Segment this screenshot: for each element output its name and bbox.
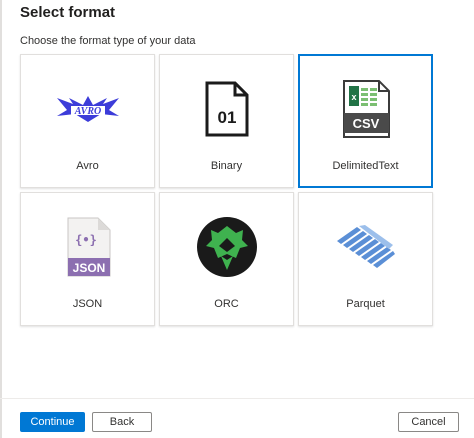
page-title: Select format <box>20 4 116 21</box>
format-tile-parquet[interactable]: Parquet <box>298 192 433 326</box>
format-tile-orc[interactable]: ORC <box>159 192 294 326</box>
format-tile-binary[interactable]: 01 Binary <box>159 54 294 188</box>
cancel-button[interactable]: Cancel <box>398 412 459 432</box>
format-label-orc: ORC <box>214 298 239 310</box>
json-file-icon: {•} JSON <box>21 215 154 279</box>
orc-logo-icon <box>160 215 293 279</box>
format-tile-delimitedtext[interactable]: x CSV DelimitedText <box>298 54 433 188</box>
svg-text:CSV: CSV <box>352 116 379 131</box>
format-tile-json[interactable]: {•} JSON JSON <box>20 192 155 326</box>
svg-text:x: x <box>351 92 356 102</box>
continue-button[interactable]: Continue <box>20 412 85 432</box>
format-label-avro: Avro <box>76 160 99 172</box>
avro-logo-icon: AVRO <box>21 77 154 141</box>
format-grid: AVRO Avro 01 Binary x CSV DelimitedText … <box>20 54 434 330</box>
format-tile-avro[interactable]: AVRO Avro <box>20 54 155 188</box>
csv-file-icon: x CSV <box>299 77 432 141</box>
binary-file-icon: 01 <box>160 77 293 141</box>
footer-divider <box>0 398 474 399</box>
format-label-delimitedtext: DelimitedText <box>332 160 399 172</box>
svg-text:AVRO: AVRO <box>73 106 101 117</box>
back-button[interactable]: Back <box>92 412 152 432</box>
page-subtitle: Choose the format type of your data <box>20 35 196 47</box>
svg-text:{•}: {•} <box>75 233 97 247</box>
select-format-panel: Select format Choose the format type of … <box>0 0 474 438</box>
svg-text:JSON: JSON <box>72 261 105 275</box>
format-label-json: JSON <box>72 298 103 310</box>
parquet-logo-icon <box>299 215 432 279</box>
svg-text:01: 01 <box>217 108 236 127</box>
panel-left-border <box>0 0 2 438</box>
format-label-parquet: Parquet <box>346 298 385 310</box>
format-label-binary: Binary <box>210 160 243 172</box>
